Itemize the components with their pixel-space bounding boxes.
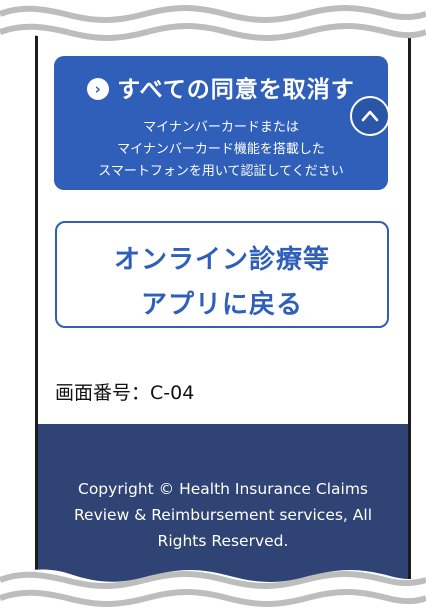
return-to-app-button[interactable]: オンライン診療等 アプリに戻る: [55, 221, 389, 328]
copyright-line: Review & Reimbursement services, All: [73, 506, 373, 524]
chevron-right-icon: ›: [87, 78, 110, 100]
return-button-label-line: アプリに戻る: [140, 290, 303, 320]
chevron-up-icon: [361, 110, 379, 122]
revoke-all-consent-button[interactable]: › すべての同意を取消す マイナンバーカードまたは マイナンバーカード機能を搭載し…: [54, 56, 388, 190]
revoke-all-label: すべての同意を取消す: [117, 77, 355, 103]
torn-edge-bottom: [0, 569, 426, 613]
revoke-all-title: › すべての同意を取消す: [54, 70, 388, 104]
scroll-to-top-button[interactable]: [350, 96, 390, 136]
copyright: Copyright © Health Insurance Claims Revi…: [38, 476, 408, 554]
screen-number: 画面番号：C-04: [55, 382, 195, 404]
phone-screen: › すべての同意を取消す マイナンバーカードまたは マイナンバーカード機能を搭載し…: [35, 0, 411, 613]
revoke-all-description: マイナンバーカードまたは マイナンバーカード機能を搭載した スマートフォンを用い…: [54, 117, 388, 183]
torn-edge-top: [0, 0, 426, 42]
copyright-line: Rights Reserved.: [157, 532, 289, 550]
revoke-desc-line: スマートフォンを用いて認証してください: [98, 164, 344, 179]
return-button-label-line: オンライン診療等: [113, 245, 330, 275]
copyright-line: Copyright © Health Insurance Claims: [78, 480, 368, 498]
revoke-desc-line: マイナンバーカードまたは: [143, 120, 299, 135]
revoke-desc-line: マイナンバーカード機能を搭載した: [117, 142, 325, 157]
